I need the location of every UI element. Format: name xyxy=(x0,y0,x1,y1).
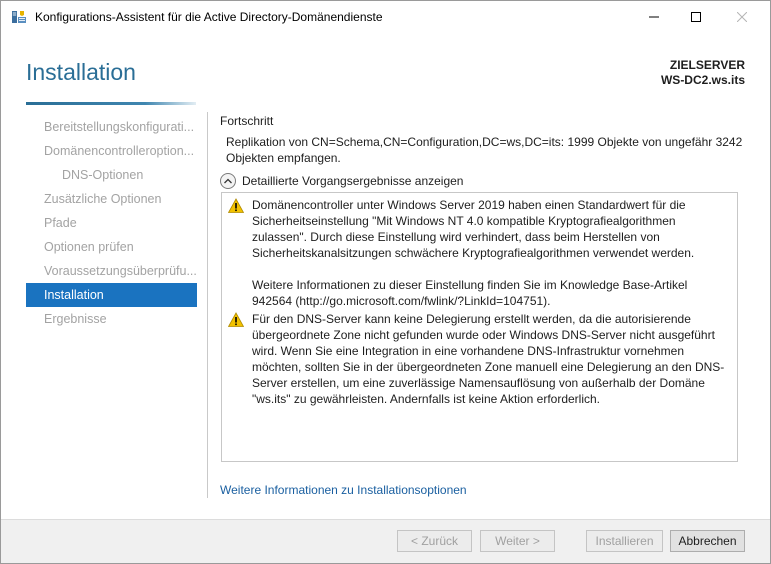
details-toggle[interactable]: Detaillierte Vorgangsergebnisse anzeigen xyxy=(220,172,463,190)
warning-icon xyxy=(227,198,245,214)
minimize-icon xyxy=(649,16,659,18)
title-bar[interactable]: Konfigurations-Assistent für die Active … xyxy=(1,1,770,33)
nav-item-installation[interactable]: Installation xyxy=(26,283,197,307)
install-button[interactable]: Installieren xyxy=(586,530,663,552)
nav-item-bereitstellungskonfiguration[interactable]: Bereitstellungskonfigurati... xyxy=(26,115,197,139)
window-title: Konfigurations-Assistent für die Active … xyxy=(35,10,383,24)
nav-item-voraussetzungsueberpruefung[interactable]: Voraussetzungsüberprüfu... xyxy=(26,259,197,283)
nav-item-ergebnisse[interactable]: Ergebnisse xyxy=(26,307,197,331)
maximize-button[interactable] xyxy=(673,1,719,33)
nav-item-dns-optionen[interactable]: DNS-Optionen xyxy=(26,163,197,187)
wizard-footer: < Zurück Weiter > Installieren Abbrechen xyxy=(1,519,770,563)
nav-item-optionen-pruefen[interactable]: Optionen prüfen xyxy=(26,235,197,259)
nav-item-domaenencontrolleroptionen[interactable]: Domänencontrolleroption... xyxy=(26,139,197,163)
nav-item-zusaetzliche-optionen[interactable]: Zusätzliche Optionen xyxy=(26,187,197,211)
result-message-text: Für den DNS-Server kann keine Delegierun… xyxy=(252,312,725,406)
details-toggle-label[interactable]: Detaillierte Vorgangsergebnisse anzeigen xyxy=(242,174,463,188)
warning-icon xyxy=(227,312,245,328)
nav-item-pfade[interactable]: Pfade xyxy=(26,211,197,235)
wizard-navigation: Bereitstellungskonfigurati... Domänencon… xyxy=(26,115,197,331)
result-message: Für den DNS-Server kann keine Delegierun… xyxy=(227,311,728,407)
minimize-button[interactable] xyxy=(631,1,677,33)
server-manager-app-icon xyxy=(11,9,27,25)
page-title: Installation xyxy=(26,59,136,85)
cancel-button[interactable]: Abbrechen xyxy=(670,530,745,552)
header-accent-rule xyxy=(26,102,196,105)
back-button[interactable]: < Zurück xyxy=(397,530,472,552)
wizard-window: Konfigurations-Assistent für die Active … xyxy=(0,0,771,564)
sidebar-divider xyxy=(207,112,208,498)
close-icon xyxy=(737,12,747,22)
progress-section-label: Fortschritt xyxy=(220,114,274,128)
result-message: Domänencontroller unter Windows Server 2… xyxy=(227,197,728,309)
target-server-label: ZIELSERVER xyxy=(669,58,745,72)
more-info-link[interactable]: Weitere Informationen zu Installationsop… xyxy=(220,483,467,497)
result-message-text: Weitere Informationen zu dieser Einstell… xyxy=(252,278,688,308)
operation-results-box[interactable]: Domänencontroller unter Windows Server 2… xyxy=(221,192,738,462)
result-message-text: Domänencontroller unter Windows Server 2… xyxy=(252,198,695,260)
progress-status-text: Replikation von CN=Schema,CN=Configurati… xyxy=(226,135,743,165)
target-server-name: WS-DC2.ws.its xyxy=(660,73,745,87)
next-button[interactable]: Weiter > xyxy=(480,530,555,552)
maximize-icon xyxy=(691,12,701,22)
chevron-up-circle-icon[interactable] xyxy=(220,173,236,189)
close-button[interactable] xyxy=(719,1,765,33)
